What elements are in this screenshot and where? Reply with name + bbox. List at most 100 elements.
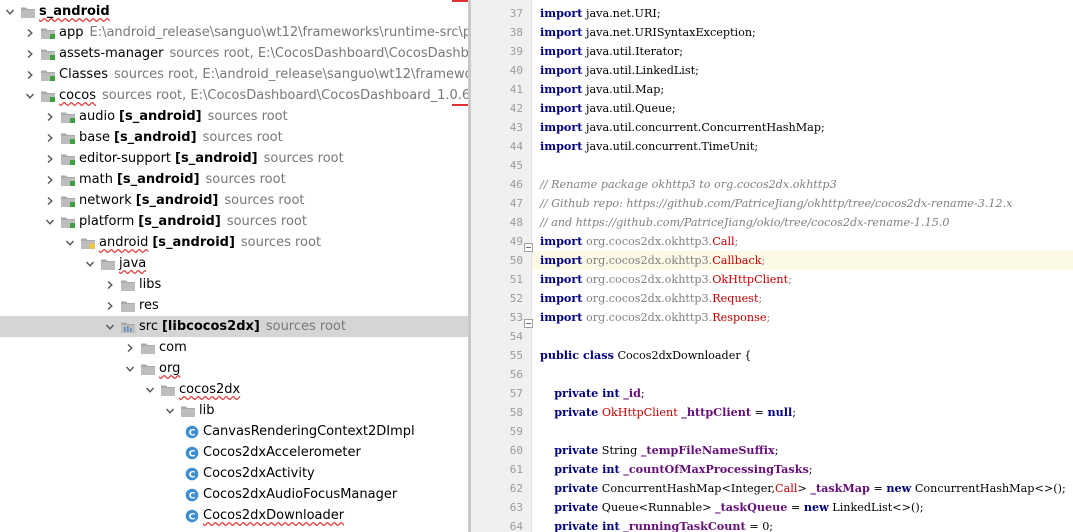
expand-down-icon[interactable]	[144, 379, 156, 400]
expand-right-icon[interactable]	[44, 127, 56, 148]
tree-node-src[interactable]: src [libcocos2dx] sources root	[0, 316, 468, 337]
expand-right-icon[interactable]	[44, 169, 56, 190]
code-line[interactable]: private int _countOfMaxProcessingTasks;	[540, 460, 813, 479]
code-line[interactable]: import java.net.URISyntaxException;	[540, 23, 756, 42]
code-line[interactable]: // and https://github.com/PatriceJiang/o…	[540, 213, 950, 232]
expand-down-icon[interactable]	[64, 232, 76, 253]
tree-node-module: [s_android]	[116, 172, 200, 187]
tree-node-canvasrenderingcontext2dimpl[interactable]: C CanvasRenderingContext2DImpl	[0, 421, 468, 442]
tree-node-android[interactable]: android [s_android] sources root	[0, 232, 468, 253]
code-line[interactable]: import org.cocos2dx.okhttp3.OkHttpClient…	[540, 270, 792, 289]
tree-node-app[interactable]: app E:\android_release\sanguo\wt12\framew…	[0, 22, 468, 43]
tree-node-editor-support[interactable]: editor-support [s_android] sources root	[0, 148, 468, 169]
code-line[interactable]: import java.util.concurrent.ConcurrentHa…	[540, 118, 825, 137]
tree-node-libs[interactable]: libs	[0, 274, 468, 295]
expand-right-icon[interactable]	[104, 295, 116, 316]
tree-node-network[interactable]: network [s_android] sources root	[0, 190, 468, 211]
tree-node-cocos2dxdownloader[interactable]: C Cocos2dxDownloader	[0, 505, 468, 526]
expand-right-icon[interactable]	[24, 22, 36, 43]
expand-down-icon[interactable]	[24, 85, 36, 106]
code-token: ;	[808, 463, 813, 476]
code-line[interactable]: import java.util.Map;	[540, 80, 664, 99]
tree-node-cocos2dxactivity[interactable]: C Cocos2dxActivity	[0, 463, 468, 484]
expand-down-icon[interactable]	[124, 358, 136, 379]
code-token: ;	[792, 406, 797, 419]
tree-node-label: org	[159, 361, 181, 376]
tree-node-cocos2dxaccelerometer[interactable]: C Cocos2dxAccelerometer	[0, 442, 468, 463]
code-line[interactable]: public class Cocos2dxDownloader {	[540, 346, 751, 365]
code-line[interactable]: private Queue<Runnable> _taskQueue = new…	[540, 498, 923, 517]
expand-right-icon[interactable]	[44, 148, 56, 169]
expand-down-icon[interactable]	[104, 316, 116, 337]
expand-right-icon[interactable]	[24, 64, 36, 85]
code-line[interactable]: import java.util.concurrent.TimeUnit;	[540, 137, 758, 156]
code-line[interactable]: private OkHttpClient _httpClient = null;	[540, 403, 796, 422]
tree-node-content: src [libcocos2dx] sources root	[104, 316, 346, 337]
code-token: import	[540, 139, 583, 153]
expand-right-icon[interactable]	[24, 43, 36, 64]
expand-down-icon[interactable]	[4, 1, 16, 22]
fold-marker-icon[interactable]	[524, 313, 533, 328]
folder-icon	[20, 4, 36, 20]
code-line[interactable]: import org.cocos2dx.okhttp3.Response;	[540, 308, 770, 327]
tree-node-content: org	[124, 358, 180, 379]
code-token: ;	[788, 273, 792, 286]
tree-node-math[interactable]: math [s_android] sources root	[0, 169, 468, 190]
project-tree-panel[interactable]: s_android app E:\android_release\sanguo\wt…	[0, 0, 468, 532]
tree-node-platform[interactable]: platform [s_android] sources root	[0, 211, 468, 232]
expand-right-icon[interactable]	[104, 274, 116, 295]
tree-node-label: s_android	[39, 4, 110, 19]
code-line[interactable]: import org.cocos2dx.okhttp3.Callback;	[540, 251, 765, 270]
tree-node-label: lib	[199, 403, 215, 418]
code-token: private	[554, 443, 599, 457]
code-line[interactable]: // Rename package okhttp3 to org.cocos2d…	[540, 175, 837, 194]
line-number: 41	[509, 83, 523, 96]
code-token: Call	[712, 235, 735, 248]
tree-node-content: java	[84, 253, 146, 274]
tree-node-meta: sources root	[226, 214, 307, 229]
tree-node-res[interactable]: res	[0, 295, 468, 316]
tree-node-assets-manager[interactable]: assets-manager sources root, E:\CocosDash…	[0, 43, 468, 64]
code-line[interactable]: import java.util.LinkedList;	[540, 61, 699, 80]
fold-marker-icon[interactable]	[524, 237, 533, 252]
code-line[interactable]: import java.util.Iterator;	[540, 42, 683, 61]
java-class-icon: C	[184, 424, 200, 440]
tree-node-label: com	[159, 340, 187, 355]
tree-node-com[interactable]: com	[0, 337, 468, 358]
code-line[interactable]: private int _runningTaskCount = 0;	[540, 517, 773, 532]
tree-node-cocos2dx[interactable]: cocos2dx	[0, 379, 468, 400]
expand-down-icon[interactable]	[84, 253, 96, 274]
code-line[interactable]: import org.cocos2dx.okhttp3.Call;	[540, 232, 738, 251]
code-token: _httpClient	[681, 405, 751, 419]
code-line[interactable]: private int _id;	[540, 384, 644, 403]
tree-node-cocos[interactable]: cocos sources root, E:\CocosDashboard\Coc…	[0, 85, 468, 106]
code-editor[interactable]: 37 38 39 40 41 42 43 44 45 46 47 48 49 50 51 52 53 54 55 56…	[471, 0, 1073, 532]
tree-node-org[interactable]: org	[0, 358, 468, 379]
tree-node-cocos2dxaudiofocusmanager[interactable]: C Cocos2dxAudioFocusManager	[0, 484, 468, 505]
expand-right-icon[interactable]	[44, 106, 56, 127]
code-line[interactable]: import java.net.URI;	[540, 4, 661, 23]
tree-node-classes[interactable]: Classes sources root, E:\android_release\…	[0, 64, 468, 85]
code-line[interactable]: import org.cocos2dx.okhttp3.Request;	[540, 289, 762, 308]
tree-node-audio[interactable]: audio [s_android] sources root	[0, 106, 468, 127]
code-line[interactable]: private ConcurrentHashMap<Integer,Call> …	[540, 479, 1065, 498]
tree-node-lib[interactable]: lib	[0, 400, 468, 421]
expand-down-icon[interactable]	[164, 400, 176, 421]
tree-node-java[interactable]: java	[0, 253, 468, 274]
code-line[interactable]: import java.util.Queue;	[540, 99, 676, 118]
line-number: 44	[509, 140, 523, 153]
expand-right-icon[interactable]	[124, 337, 136, 358]
tree-node-base[interactable]: base [s_android] sources root	[0, 127, 468, 148]
expand-right-icon[interactable]	[44, 190, 56, 211]
code-token: import	[540, 291, 583, 305]
line-number: 37	[509, 7, 523, 20]
code-line[interactable]: // Github repo: https://github.com/Patri…	[540, 194, 1013, 213]
tree-node-s-android[interactable]: s_android	[0, 1, 468, 22]
code-line[interactable]: private String _tempFileNameSuffix;	[540, 441, 778, 460]
expand-down-icon[interactable]	[44, 211, 56, 232]
tree-node-label: Cocos2dxAudioFocusManager	[203, 487, 398, 502]
code-token: Cocos2dxDownloader {	[613, 349, 752, 362]
line-number-gutter[interactable]: 37 38 39 40 41 42 43 44 45 46 47 48 49 50 51 52 53 54 55 56…	[471, 0, 532, 532]
